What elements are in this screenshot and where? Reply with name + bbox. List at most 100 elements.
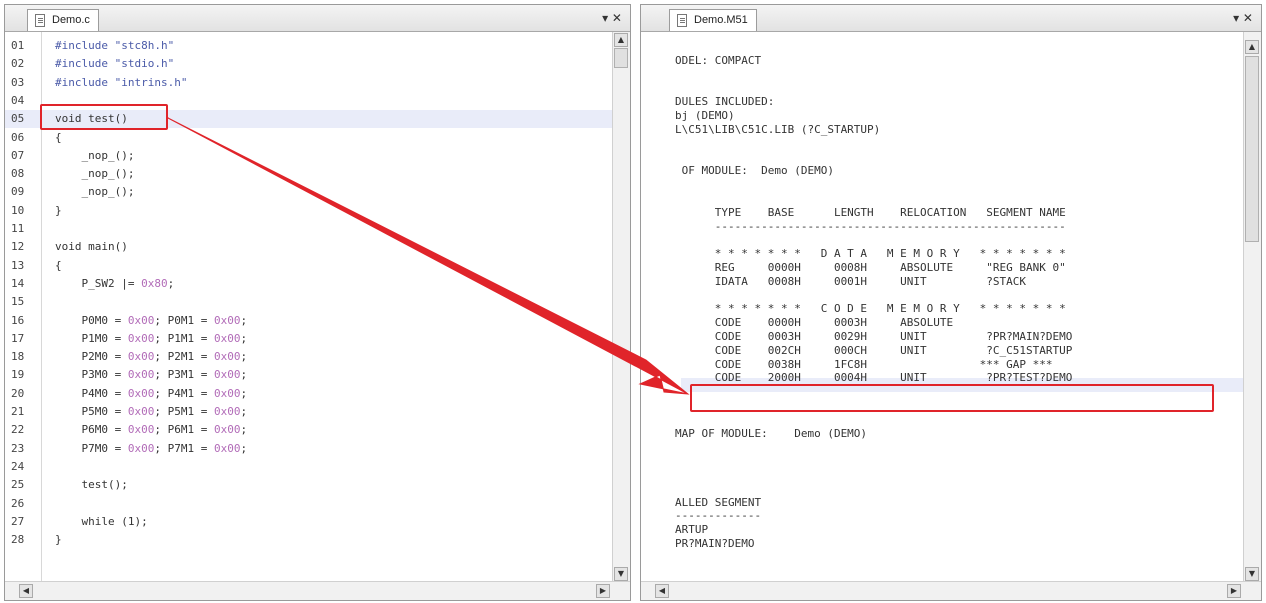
horizontal-scrollbar[interactable]: ◀ ▶ (5, 581, 630, 600)
line-number: 12 (11, 240, 25, 254)
code-text: P3M0 = 0x00; P3M1 = 0x00; (55, 366, 247, 384)
code-token: 0x00 (127, 423, 155, 437)
scroll-left-button[interactable]: ◀ (655, 584, 669, 598)
code-line[interactable]: 06 { (5, 129, 612, 147)
line-number: 27 (11, 514, 25, 528)
code-line[interactable]: 01 #include "stc8h.h" (5, 37, 612, 55)
scroll-up-button[interactable]: ▲ (1245, 40, 1259, 54)
code-line[interactable]: 12 void main() (5, 238, 612, 256)
code-text: { (55, 129, 62, 147)
scroll-down-button[interactable]: ▼ (614, 567, 628, 581)
map-line: L\C51\LIB\C51C.LIB (?C_STARTUP) (675, 123, 881, 136)
code-line[interactable]: 17 P1M0 = 0x00; P1M1 = 0x00; (5, 330, 612, 348)
code-line[interactable]: 18 P2M0 = 0x00; P2M1 = 0x00; (5, 348, 612, 366)
code-token: ; (240, 350, 248, 364)
vertical-scrollbar[interactable]: ▲ ▼ (612, 32, 630, 582)
map-line: CODE 0003H 0029H UNIT ?PR?MAIN?DEMO (675, 330, 1073, 343)
code-text: P0M0 = 0x00; P0M1 = 0x00; (55, 312, 247, 330)
code-line[interactable]: 15 (5, 293, 612, 311)
tab-controls-dropdown-close-icon[interactable]: ▾ ✕ (1233, 11, 1253, 25)
line-number: 26 (11, 496, 25, 510)
code-token: test(); (55, 478, 128, 492)
code-text: test(); (55, 476, 128, 494)
scroll-right-button[interactable]: ▶ (596, 584, 610, 598)
code-line[interactable]: 08 _nop_(); (5, 165, 612, 183)
code-line[interactable]: 24 (5, 458, 612, 476)
code-line[interactable]: 28} (5, 531, 612, 549)
code-token: P5M0 = (55, 405, 128, 418)
scroll-up-button[interactable]: ▲ (614, 33, 628, 47)
scroll-right-button[interactable]: ▶ (1227, 584, 1241, 598)
line-number: 20 (11, 386, 25, 400)
line-number: 02 (11, 57, 25, 71)
code-line[interactable]: 14 P_SW2 |= 0x80; (5, 275, 612, 293)
code-text: P1M0 = 0x00; P1M1 = 0x00; (55, 330, 247, 348)
map-line: ALLED SEGMENT (675, 495, 762, 509)
code-text: #include "stdio.h" (55, 55, 174, 73)
code-line[interactable]: 20 P4M0 = 0x00; P4M1 = 0x00; (5, 385, 612, 403)
code-line[interactable]: 13 { (5, 257, 612, 275)
code-token: _nop_(); (55, 167, 135, 181)
code-text: } (55, 202, 62, 220)
map-line: OF MODULE: Demo (DEMO) (675, 164, 834, 178)
tab-demo-m51[interactable]: Demo.M51 (669, 9, 757, 31)
code-text: while (1); (55, 513, 147, 531)
line-number: 18 (11, 350, 25, 364)
scroll-down-button[interactable]: ▼ (1245, 567, 1259, 581)
map-line: ------------- (675, 509, 762, 523)
tab-controls-dropdown-close-icon[interactable]: ▾ ✕ (602, 11, 622, 25)
code-text: P6M0 = 0x00; P6M1 = 0x00; (55, 421, 247, 439)
map-line: bj (DEMO) (675, 109, 735, 123)
code-line[interactable]: 21 P5M0 = 0x00; P5M1 = 0x00; (5, 403, 612, 421)
code-line[interactable]: 02 #include "stdio.h" (5, 55, 612, 73)
tab-label: Demo.c (52, 14, 90, 26)
line-number: 07 (11, 148, 25, 162)
code-token: { (55, 258, 62, 272)
line-number: 22 (11, 423, 25, 437)
line-number: 04 (11, 93, 25, 107)
code-token: ; (240, 313, 248, 327)
line-number: 23 (11, 441, 25, 455)
line-number: 19 (11, 368, 25, 382)
scroll-thumb[interactable] (614, 48, 628, 68)
line-number: 05 (11, 112, 25, 126)
line-number: 21 (11, 405, 25, 418)
code-token: 0x00 (213, 423, 241, 437)
scroll-left-button[interactable]: ◀ (19, 584, 33, 598)
map-line: ----------------------------------------… (675, 219, 1066, 233)
code-token: ; P3M1 = (154, 368, 214, 382)
code-line[interactable]: 10} (5, 202, 612, 220)
code-token: ; (240, 423, 248, 437)
code-token: 0x80 (141, 276, 168, 290)
tab-demo-c[interactable]: Demo.c (27, 9, 99, 31)
vertical-scrollbar[interactable]: ▲ ▼ (1243, 32, 1261, 582)
code-token: P0M0 = (55, 313, 128, 327)
source-editor-pane: Demo.c ▾ ✕ 01 #include "stc8h.h" 02 #includ… (4, 4, 631, 601)
code-line[interactable]: 07 _nop_(); (5, 147, 612, 165)
code-token: 0x00 (127, 386, 155, 400)
code-token: ; P1M1 = (154, 331, 214, 345)
code-line[interactable]: 09 _nop_(); (5, 183, 612, 201)
code-line[interactable]: 16 P0M0 = 0x00; P0M1 = 0x00; (5, 312, 612, 330)
code-line[interactable]: 23 P7M0 = 0x00; P7M1 = 0x00; (5, 440, 612, 458)
code-line[interactable]: 25 test(); (5, 476, 612, 494)
code-line[interactable]: 22 P6M0 = 0x00; P6M1 = 0x00; (5, 421, 612, 439)
line-number: 25 (11, 478, 25, 492)
code-line[interactable]: 26 (5, 495, 612, 513)
horizontal-scrollbar[interactable]: ◀ ▶ (641, 581, 1261, 600)
code-text: _nop_(); (55, 183, 134, 201)
map-file-view[interactable]: ODEL: COMPACT DULES INCLUDED: bj (DEMO) L\C… (641, 32, 1243, 582)
code-token: 0x00 (213, 331, 241, 345)
scroll-thumb[interactable] (1245, 56, 1259, 242)
line-number: 15 (11, 295, 25, 309)
code-line[interactable]: 11 (5, 220, 612, 238)
line-number: 17 (11, 331, 25, 345)
code-token: P1M0 = (55, 331, 128, 345)
code-line[interactable]: 19 P3M0 = 0x00; P3M1 = 0x00; (5, 366, 612, 384)
code-token: ; (167, 276, 175, 290)
tab-label: Demo.M51 (694, 14, 748, 26)
code-token: P2M0 = (55, 350, 128, 364)
code-token: #include "intrins.h" (55, 75, 188, 89)
code-line[interactable]: 03 #include "intrins.h" (5, 74, 612, 92)
code-line[interactable]: 27 while (1); (5, 513, 612, 531)
